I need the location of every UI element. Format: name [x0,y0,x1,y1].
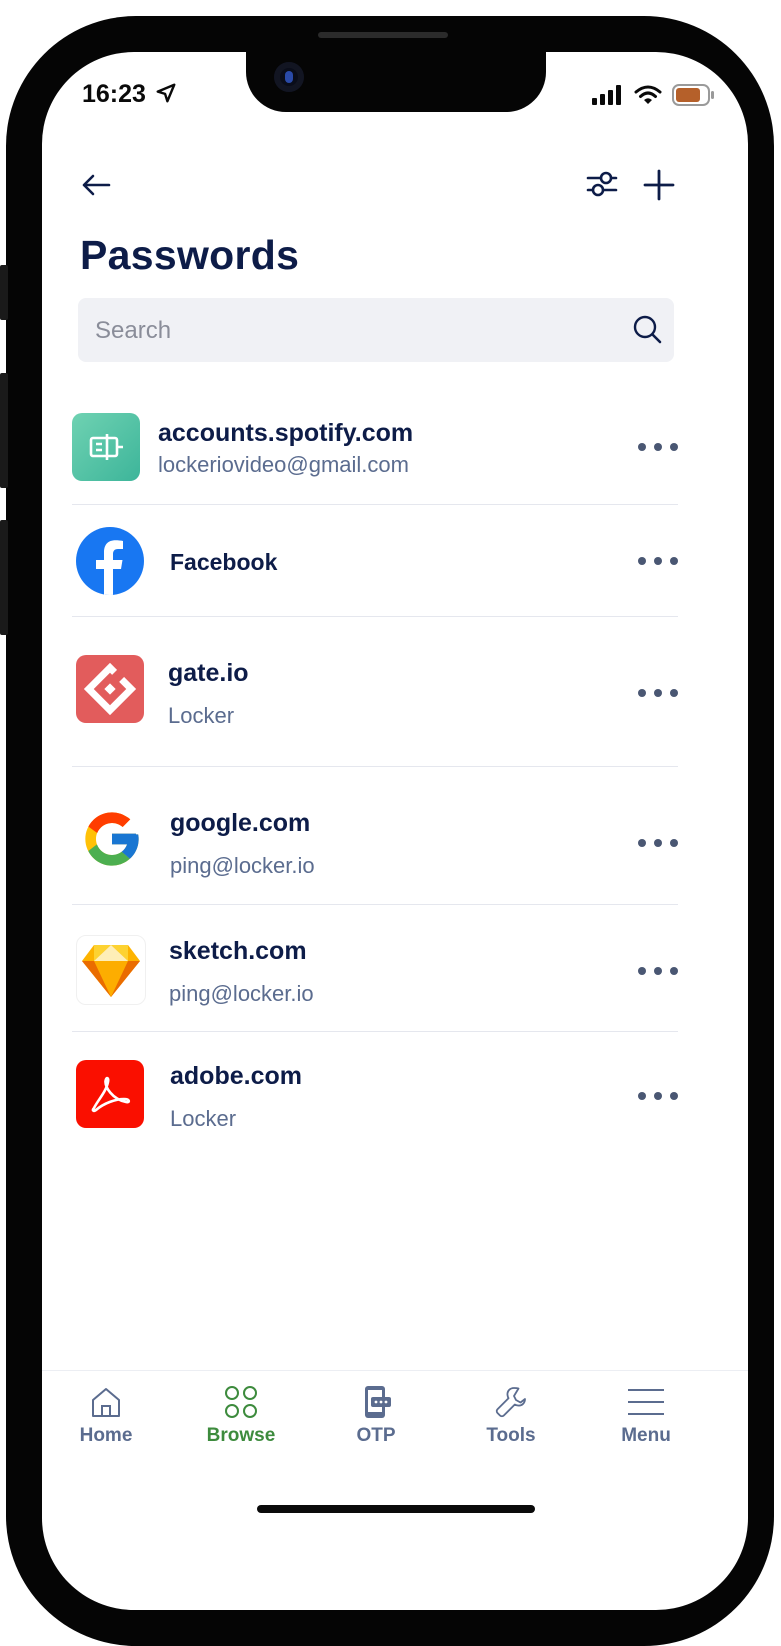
app-screen: 16:23 Passwords Search accounts.spotify.… [42,52,748,1610]
more-options-button[interactable] [638,441,678,453]
list-item[interactable]: Facebook [72,505,678,617]
adobe-icon [76,1060,144,1128]
item-subtitle: Locker [170,1106,237,1131]
tab-label: OTP [356,1425,396,1446]
item-name: google.com [170,809,311,837]
status-indicators [592,84,714,106]
battery-icon [672,84,714,106]
more-options-button[interactable] [638,965,678,977]
home-indicator [257,1505,535,1513]
facebook-icon [76,527,144,595]
item-subtitle: ping@locker.io [169,981,314,1006]
search-input[interactable]: Search [78,298,674,362]
tab-tools[interactable]: Tools [451,1385,571,1447]
status-time: 16:23 [82,80,177,109]
item-subtitle: ping@locker.io [170,853,315,878]
front-camera [274,62,304,92]
tab-label: Home [79,1425,133,1446]
tab-label: Menu [621,1425,671,1446]
add-button[interactable] [641,167,677,203]
item-name: accounts.spotify.com [158,419,414,447]
list-item[interactable]: google.com ping@locker.io [72,767,678,905]
more-options-button[interactable] [638,555,678,567]
otp-phone-icon [365,1386,391,1418]
wifi-icon [634,85,662,104]
item-name: adobe.com [170,1062,302,1090]
page-title: Passwords [80,232,300,278]
sketch-icon [76,935,146,1005]
wrench-icon [495,1387,526,1418]
more-options-button[interactable] [638,687,678,699]
tab-label: Browse [206,1425,276,1446]
tab-browse[interactable]: Browse [181,1385,301,1447]
plus-icon [643,169,675,201]
tab-otp[interactable]: OTP [316,1385,436,1447]
more-options-button[interactable] [638,1090,678,1102]
browse-grid-icon [225,1386,257,1418]
tab-label: Tools [486,1425,536,1446]
status-time-text: 16:23 [82,80,146,108]
notch [246,52,546,112]
search-icon[interactable] [632,314,662,344]
sliders-icon [586,171,618,197]
location-arrow-icon [156,83,176,103]
mute-switch [0,265,8,320]
list-item[interactable]: adobe.com Locker [72,1032,678,1157]
gateio-icon [76,655,144,723]
menu-icon [628,1389,664,1415]
bottom-tab-bar: Home Browse OTP Tools Menu [42,1370,748,1491]
more-options-button[interactable] [638,837,678,849]
back-button[interactable] [78,170,114,200]
filter-button[interactable] [585,167,619,201]
arrow-left-icon [82,174,111,196]
item-subtitle: lockeriovideo@gmail.com [158,452,409,477]
list-item[interactable]: sketch.com ping@locker.io [72,905,678,1032]
signal-icon [592,85,621,105]
spotify-app-icon [72,413,140,481]
volume-up-button [0,373,8,488]
tab-home[interactable]: Home [46,1385,166,1447]
list-item[interactable]: gate.io Locker [72,617,678,767]
item-name: sketch.com [169,937,307,965]
search-placeholder: Search [95,317,172,344]
home-icon [92,1388,120,1417]
volume-down-button [0,520,8,635]
tab-menu[interactable]: Menu [586,1385,706,1447]
item-subtitle: Locker [168,703,235,728]
item-name: Facebook [170,549,278,575]
list-item[interactable]: accounts.spotify.com lockeriovideo@gmail… [72,397,678,505]
item-name: gate.io [168,659,249,687]
earpiece-speaker [318,32,448,38]
google-icon [78,805,146,873]
